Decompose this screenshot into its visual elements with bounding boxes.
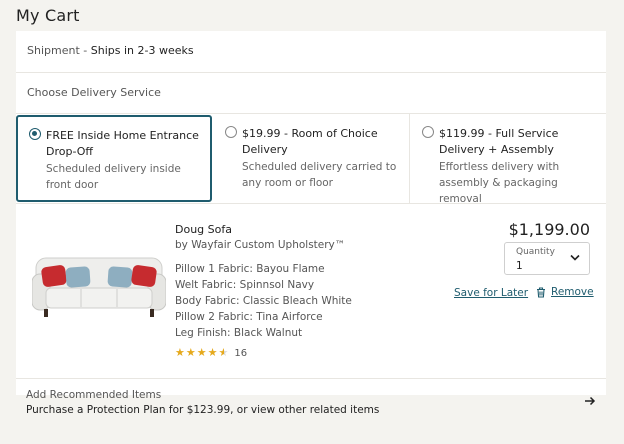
product-info: Doug Sofa by Wayfair Custom Upholstery™ … <box>175 222 395 359</box>
page-title: My Cart <box>16 6 80 25</box>
product-brand: by Wayfair Custom Upholstery™ <box>175 239 346 251</box>
product-attribute: Pillow 1 Fabric: Bayou Flame <box>175 263 325 275</box>
star-icon: ★ <box>185 346 196 359</box>
star-icon: ★ <box>207 346 218 359</box>
delivery-option-description: Scheduled delivery inside front door <box>46 163 181 191</box>
delivery-option-title: $119.99 - Full Service Delivery + Assemb… <box>439 127 559 156</box>
delivery-option-description: Effortless delivery with assembly & pack… <box>439 161 560 205</box>
quantity-value: 1 <box>516 260 523 272</box>
shipment-label: Shipment - <box>27 44 91 57</box>
remove-button[interactable]: Remove <box>536 286 594 298</box>
star-icon: ★ <box>196 346 207 359</box>
quantity-select[interactable]: Quantity 1 <box>504 242 590 275</box>
cart-item: Doug Sofa by Wayfair Custom Upholstery™ … <box>16 204 606 379</box>
quantity-label: Quantity <box>516 247 555 257</box>
review-count: 16 <box>234 347 248 359</box>
star-icon: ★ <box>175 346 185 359</box>
delivery-option-description: Scheduled delivery carried to any room o… <box>242 161 397 189</box>
cart-card: Shipment - Ships in 2-3 weeks Choose Del… <box>16 31 606 416</box>
radio-unselected[interactable] <box>225 126 237 138</box>
product-attribute: Welt Fabric: Spinnsol Navy <box>175 279 315 291</box>
save-for-later-link[interactable]: Save for Later <box>454 287 528 299</box>
delivery-option-full-service[interactable]: $119.99 - Full Service Delivery + Assemb… <box>410 114 606 205</box>
shipment-row: Shipment - Ships in 2-3 weeks <box>16 31 606 73</box>
product-attributes: Pillow 1 Fabric: Bayou Flame Welt Fabric… <box>175 261 395 341</box>
radio-unselected[interactable] <box>422 126 434 138</box>
delivery-option-room-of-choice[interactable]: $19.99 - Room of Choice Delivery Schedul… <box>213 114 410 204</box>
delivery-option-title: $19.99 - Room of Choice Delivery <box>242 127 378 156</box>
delivery-options: FREE Inside Home Entrance Drop-Off Sched… <box>16 114 606 205</box>
product-name[interactable]: Doug Sofa <box>175 222 395 237</box>
arrow-right-icon[interactable] <box>584 396 596 406</box>
product-attribute: Body Fabric: Classic Bleach White <box>175 295 352 307</box>
shipment-value: Ships in 2-3 weeks <box>90 44 194 57</box>
product-rating[interactable]: ★ ★ ★ ★ ★ 16 <box>175 347 395 359</box>
product-price: $1,199.00 <box>508 220 590 239</box>
product-attribute: Pillow 2 Fabric: Tina Airforce <box>175 311 323 323</box>
product-image[interactable] <box>32 254 166 320</box>
star-rating: ★ ★ ★ ★ ★ <box>175 347 229 359</box>
remove-label: Remove <box>551 286 594 298</box>
trash-icon <box>537 286 545 298</box>
product-attribute: Leg Finish: Black Walnut <box>175 327 303 339</box>
recommended-title: Add Recommended Items <box>26 389 162 401</box>
delivery-option-free[interactable]: FREE Inside Home Entrance Drop-Off Sched… <box>16 115 212 202</box>
delivery-heading: Choose Delivery Service <box>16 73 606 114</box>
delivery-option-title: FREE Inside Home Entrance Drop-Off <box>46 129 199 158</box>
recommended-subtitle: Purchase a Protection Plan for $123.99, … <box>26 404 380 416</box>
chevron-down-icon <box>570 254 580 261</box>
radio-selected[interactable] <box>29 128 41 140</box>
half-star-icon: ★ <box>218 346 229 359</box>
